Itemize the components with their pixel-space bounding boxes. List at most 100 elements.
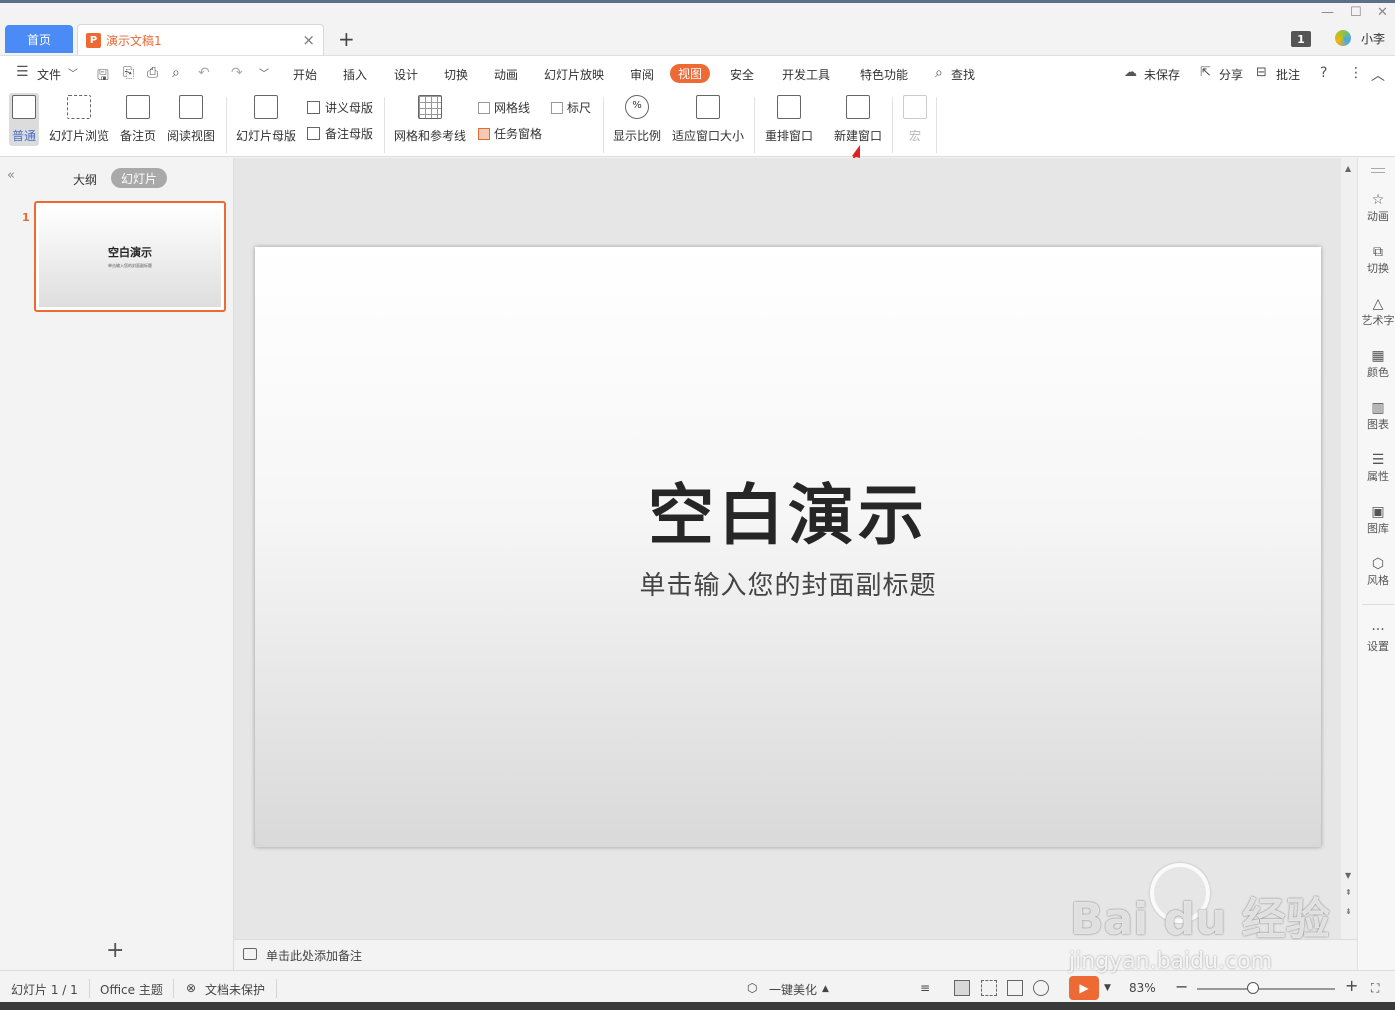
menu-insert[interactable]: 插入 xyxy=(343,66,367,83)
rightbar-settings[interactable]: ··· 设置 xyxy=(1358,622,1395,654)
zoom-slider[interactable] xyxy=(1197,988,1335,990)
collapse-panel-icon[interactable]: « xyxy=(7,168,15,183)
ribbon-view: 普通 幻灯片浏览 备注页 阅读视图 幻灯片母版 讲义母版 备注母版 网格和参考线… xyxy=(0,91,1395,157)
rightbar-transition[interactable]: ⧉ 切换 xyxy=(1358,244,1395,276)
customize-toolbar-icon[interactable]: ﹀ xyxy=(259,65,269,80)
notes-toggle-icon[interactable]: ≡ xyxy=(920,981,930,995)
print-preview-icon[interactable]: ⌕ xyxy=(172,65,180,81)
task-pane-checkbox[interactable]: 任务窗格 xyxy=(478,125,542,142)
minimize-icon[interactable]: — xyxy=(1321,5,1334,20)
wordart-icon: △ xyxy=(1372,296,1384,312)
scroll-up-icon[interactable]: ▲ xyxy=(1345,164,1351,173)
rightbar-style[interactable]: ⬡ 风格 xyxy=(1358,556,1395,588)
scroll-down-icon[interactable]: ▼ xyxy=(1345,871,1351,880)
undo-icon[interactable]: ↶ xyxy=(198,65,210,81)
normal-view-status-icon[interactable] xyxy=(954,980,970,996)
share-button[interactable]: 分享 xyxy=(1219,66,1243,83)
menu-special[interactable]: 特色功能 xyxy=(860,66,908,83)
chevron-down-icon[interactable]: ﹀ xyxy=(68,65,78,80)
reading-view-button[interactable]: 阅读视图 xyxy=(167,95,215,144)
zoom-out-icon[interactable]: − xyxy=(1175,977,1188,996)
menu-review[interactable]: 审阅 xyxy=(630,66,654,83)
zoom-level[interactable]: 83% xyxy=(1129,981,1156,995)
zoom-in-icon[interactable]: + xyxy=(1345,976,1358,995)
maximize-icon[interactable]: ☐ xyxy=(1350,5,1362,20)
slide-thumbnail[interactable]: 空白演示 单击输入您的封面副标题 xyxy=(34,201,226,312)
tab-outline[interactable]: 大纲 xyxy=(73,171,97,188)
slide-master-button[interactable]: 幻灯片母版 xyxy=(236,95,296,144)
format-painter-icon[interactable]: ⎘ xyxy=(123,65,134,81)
rightbar-properties[interactable]: ☰ 属性 xyxy=(1358,452,1395,484)
rightbar-animation[interactable]: ☆ 动画 xyxy=(1358,192,1395,224)
menu-start[interactable]: 开始 xyxy=(293,66,317,83)
tab-home[interactable]: 首页 xyxy=(5,25,73,53)
close-window-icon[interactable]: ✕ xyxy=(1377,5,1388,20)
rightbar-chart[interactable]: ▥ 图表 xyxy=(1358,400,1395,432)
play-slideshow-button[interactable]: ▶ xyxy=(1069,976,1099,1000)
fit-window-button[interactable]: 适应窗口大小 xyxy=(672,95,744,144)
menu-animation[interactable]: 动画 xyxy=(494,66,518,83)
prev-slide-icon[interactable]: ⇞ xyxy=(1345,888,1352,897)
reading-view-status-icon[interactable] xyxy=(1007,980,1023,996)
menu-slideshow[interactable]: 幻灯片放映 xyxy=(544,66,604,83)
slide-subtitle[interactable]: 单击输入您的封面副标题 xyxy=(255,565,1321,602)
slide-title[interactable]: 空白演示 xyxy=(255,462,1321,558)
comment-button[interactable]: 批注 xyxy=(1276,66,1300,83)
ruler-checkbox[interactable]: 标尺 xyxy=(551,99,591,116)
next-slide-icon[interactable]: ⇟ xyxy=(1345,907,1352,916)
notes-page-button[interactable]: 备注页 xyxy=(120,95,156,144)
tab-close-icon[interactable]: × xyxy=(302,31,315,49)
rightbar-gallery[interactable]: ▣ 图库 xyxy=(1358,504,1395,536)
collapse-ribbon-icon[interactable]: ︿ xyxy=(1371,65,1385,85)
menu-transition[interactable]: 切换 xyxy=(444,66,468,83)
normal-view-button[interactable]: 普通 xyxy=(9,93,40,146)
slide-thumbnail-content: 空白演示 单击输入您的封面副标题 xyxy=(39,206,221,307)
new-window-button[interactable]: 新建窗口 xyxy=(834,95,882,144)
rightbar-color[interactable]: ▦ 颜色 xyxy=(1358,348,1395,380)
menu-security[interactable]: 安全 xyxy=(730,66,754,83)
menu-design[interactable]: 设计 xyxy=(394,66,418,83)
save-icon[interactable]: 🖫 xyxy=(97,65,109,89)
caret-up-icon[interactable]: ▲ xyxy=(822,984,829,994)
slide-sorter-button[interactable]: 幻灯片浏览 xyxy=(49,95,109,144)
theme-name[interactable]: Office 主题 xyxy=(100,981,163,998)
drag-handle-icon[interactable] xyxy=(1371,168,1385,173)
arrange-windows-button[interactable]: 重排窗口 xyxy=(765,95,813,144)
user-avatar[interactable] xyxy=(1335,30,1351,46)
tab-document[interactable]: P 演示文稿1 × xyxy=(77,24,324,55)
search-button[interactable]: 查找 xyxy=(951,66,975,83)
notes-master-button[interactable]: 备注母版 xyxy=(307,125,373,142)
redo-icon[interactable]: ↷ xyxy=(231,65,243,81)
zoom-slider-handle[interactable] xyxy=(1247,982,1259,994)
beautify-button[interactable]: 一键美化 xyxy=(769,981,817,998)
vertical-scrollbar[interactable]: ▲ ▼ ⇞ ⇟ xyxy=(1341,158,1357,939)
rightbar-wordart[interactable]: △ 艺术字 xyxy=(1358,296,1395,328)
macro-button[interactable]: 宏 xyxy=(903,95,927,144)
grid-guides-button[interactable]: 网格和参考线 xyxy=(394,95,466,144)
zoom-button[interactable]: % 显示比例 xyxy=(613,95,661,144)
tab-slides[interactable]: 幻灯片 xyxy=(111,168,167,188)
help-icon[interactable]: ? xyxy=(1320,65,1327,81)
current-slide[interactable]: 空白演示 单击输入您的封面副标题 xyxy=(255,247,1321,847)
protect-status[interactable]: 文档未保护 xyxy=(205,981,265,998)
print-icon[interactable]: ⎙ xyxy=(147,65,158,81)
slide-sorter-status-icon[interactable] xyxy=(981,980,997,996)
play-dropdown-icon[interactable]: ▼ xyxy=(1104,983,1111,993)
more-icon[interactable]: ⋮ xyxy=(1349,65,1363,81)
presenter-view-icon[interactable] xyxy=(1033,980,1049,996)
menu-view[interactable]: 视图 xyxy=(670,64,711,83)
normal-view-icon xyxy=(12,95,36,119)
window-count-badge[interactable]: 1 xyxy=(1291,31,1311,47)
fit-screen-icon[interactable]: ⛶ xyxy=(1371,981,1379,996)
notes-placeholder[interactable]: 单击此处添加备注 xyxy=(266,947,362,964)
hamburger-menu-icon[interactable]: ☰ xyxy=(16,64,29,80)
user-name[interactable]: 小李 xyxy=(1361,30,1385,47)
unsaved-status[interactable]: 未保存 xyxy=(1144,66,1180,83)
menu-developer[interactable]: 开发工具 xyxy=(782,66,830,83)
file-menu[interactable]: 文件 xyxy=(37,66,61,83)
handout-master-button[interactable]: 讲义母版 xyxy=(307,99,373,116)
new-tab-button[interactable]: + xyxy=(338,27,355,51)
gridlines-checkbox[interactable]: 网格线 xyxy=(478,99,530,116)
add-slide-button[interactable]: + xyxy=(106,938,124,963)
search-icon[interactable]: ⌕ xyxy=(935,65,943,81)
